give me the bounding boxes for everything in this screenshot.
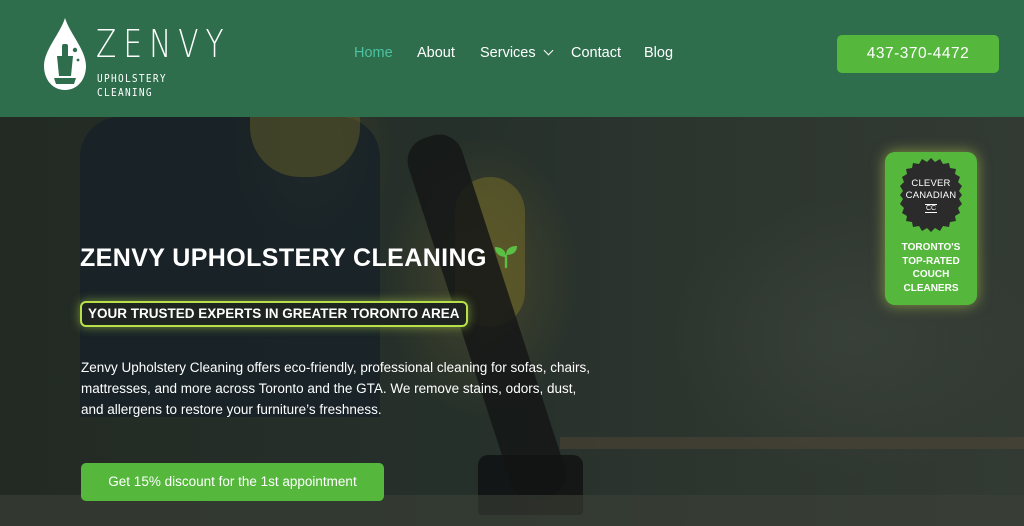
nav-blog[interactable]: Blog — [644, 44, 673, 62]
badge-line-2: TOP-RATED — [902, 255, 960, 267]
hero-tagline: YOUR TRUSTED EXPERTS IN GREATER TORONTO … — [80, 301, 468, 327]
seal-line-1: CLEVER — [911, 178, 951, 189]
badge-line-1: TORONTO'S — [901, 242, 961, 253]
hero-section: ZENVY UPHOLSTERY CLEANING YOUR TRUSTED E… — [0, 117, 1024, 526]
seal-mark-text: CC — [924, 204, 938, 213]
nav-contact[interactable]: Contact — [571, 44, 621, 62]
seal-text: CLEVER CANADIAN — [894, 178, 968, 202]
seal-line-2: CANADIAN — [905, 190, 957, 201]
seal-mark: CC — [894, 204, 968, 213]
top-rated-badge: CLEVER CANADIAN CC TORONTO'S TOP-RATED C… — [885, 152, 977, 305]
hero-background-counter — [560, 437, 1024, 449]
clever-canadian-seal: CLEVER CANADIAN CC — [894, 158, 968, 232]
nav-about[interactable]: About — [417, 44, 455, 62]
badge-text: TORONTO'S TOP-RATED COUCH CLEANERS — [885, 241, 977, 295]
site-header: ZENVY UPHOLSTERY CLEANING Home About Ser… — [0, 0, 1024, 117]
badge-line-3: COUCH — [912, 269, 950, 280]
nav-services[interactable]: Services — [480, 44, 554, 62]
nav-home[interactable]: Home — [354, 44, 393, 62]
hero-title: ZENVY UPHOLSTERY CLEANING — [80, 243, 519, 273]
sprout-icon — [494, 246, 517, 269]
hero-description: Zenvy Upholstery Cleaning offers eco-fri… — [81, 360, 590, 417]
phone-button[interactable]: 437-370-4472 — [837, 35, 999, 73]
badge-line-4: CLEANERS — [903, 282, 959, 294]
brand-tagline: UPHOLSTERY CLEANING — [97, 72, 167, 99]
discount-cta-button[interactable]: Get 15% discount for the 1st appointment — [81, 463, 384, 501]
nav-services-label: Services — [480, 45, 536, 61]
hero-title-text: ZENVY UPHOLSTERY CLEANING — [80, 244, 487, 272]
chevron-down-icon — [543, 45, 554, 56]
